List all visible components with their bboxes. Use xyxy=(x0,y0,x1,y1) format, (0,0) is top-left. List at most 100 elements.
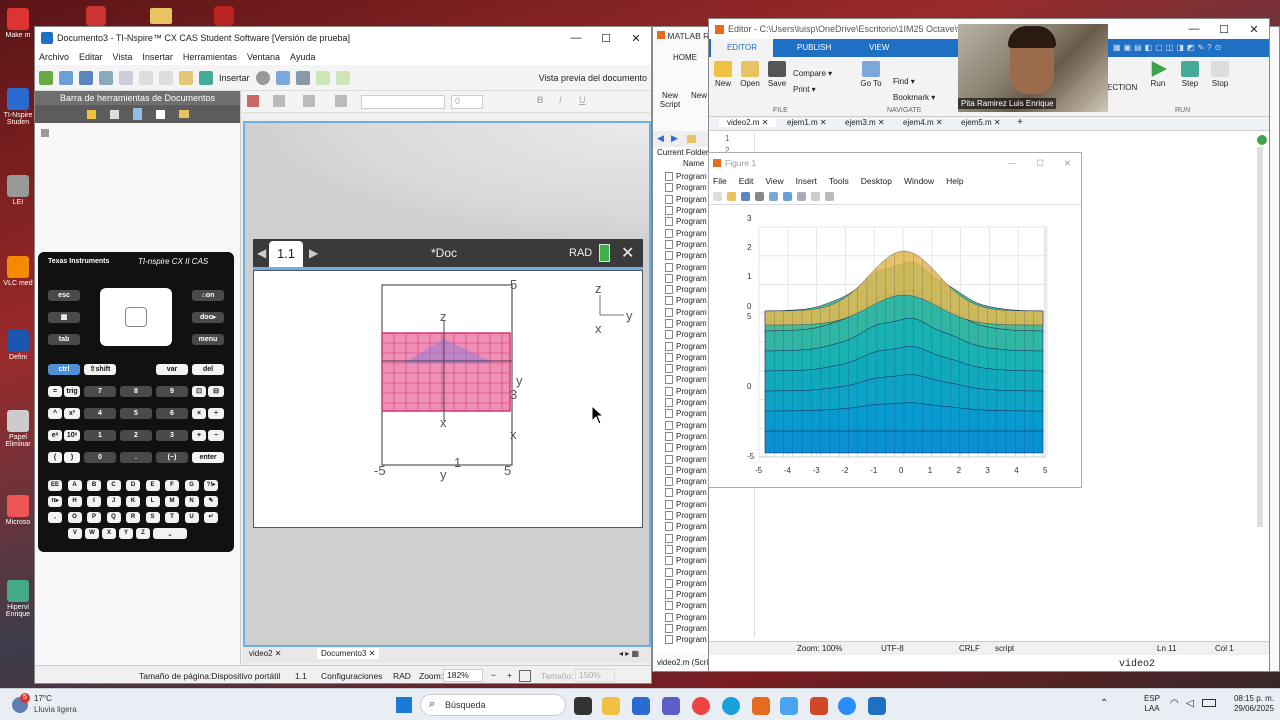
fig-menu-help[interactable]: Help xyxy=(946,176,963,186)
file-list-item[interactable]: Program xyxy=(653,273,709,284)
desktop-icon[interactable]: LEI xyxy=(2,175,34,206)
key-alpha[interactable]: B xyxy=(87,480,101,491)
menu-vista[interactable]: Vista xyxy=(113,52,133,62)
file-tab-ejem3[interactable]: ejem3.m ✕ xyxy=(845,118,885,127)
zoom-icon[interactable] xyxy=(838,697,856,715)
key-alpha[interactable]: K xyxy=(126,496,140,507)
fill-color-icon[interactable] xyxy=(273,95,285,107)
key-op[interactable]: ⊡ xyxy=(192,386,206,397)
file-list-item[interactable]: Program xyxy=(653,533,709,544)
key-alpha[interactable]: J xyxy=(106,496,121,507)
stop-button[interactable]: Stop xyxy=(1209,61,1231,88)
key-shift[interactable]: ⇧shift xyxy=(84,364,116,375)
screenshot-icon[interactable] xyxy=(295,70,310,85)
key-alpha[interactable]: U xyxy=(184,512,199,523)
key-alpha[interactable]: Y xyxy=(119,528,133,539)
file-list-item[interactable]: Program xyxy=(653,521,709,532)
quick-access-icons[interactable]: ▦▣▤◧▢◫◨◩✎?⊙ xyxy=(1113,43,1224,52)
key-alpha[interactable]: Q xyxy=(106,512,121,523)
close-icon[interactable]: ✕ xyxy=(621,32,651,45)
format-tool-icon[interactable] xyxy=(247,95,259,107)
file-list-item[interactable]: Program xyxy=(653,408,709,419)
file-list-item[interactable]: Program xyxy=(653,397,709,408)
fig-menu-edit[interactable]: Edit xyxy=(739,176,754,186)
key-op[interactable]: ( xyxy=(48,452,62,463)
menu-ayuda[interactable]: Ayuda xyxy=(290,52,315,62)
store-icon[interactable] xyxy=(632,697,650,715)
close-icon[interactable]: ✕ xyxy=(1064,158,1071,169)
key-alpha[interactable]: D xyxy=(126,480,140,491)
desktop-icon[interactable]: Defini xyxy=(2,330,34,361)
doc-tab-documento3[interactable]: Documento3 ✕ xyxy=(317,648,380,659)
file-list-item[interactable]: Program xyxy=(653,510,709,521)
insert-button[interactable]: Insertar xyxy=(219,73,250,83)
wifi-icon[interactable]: ◠ xyxy=(1170,698,1179,709)
menu-archivo[interactable]: Archivo xyxy=(39,52,69,62)
goto-button[interactable]: Go To xyxy=(859,61,883,88)
font-select[interactable] xyxy=(361,95,445,109)
file-list-item[interactable]: Program xyxy=(653,307,709,318)
key-op[interactable]: 10ˣ xyxy=(64,430,80,441)
fig-dock-icon[interactable] xyxy=(825,192,834,201)
file-list-item[interactable]: Program xyxy=(653,284,709,295)
key-alpha[interactable]: M xyxy=(165,496,179,507)
key-doc[interactable]: doc▸ xyxy=(192,312,224,323)
key-num[interactable]: 3 xyxy=(156,430,188,441)
nspire-task-icon[interactable] xyxy=(868,697,886,715)
fig-legend-icon[interactable] xyxy=(797,192,806,201)
file-list-item[interactable]: Program xyxy=(653,431,709,442)
key-alpha[interactable]: O xyxy=(67,512,82,523)
desktop-app-icon[interactable] xyxy=(214,6,234,26)
new-button[interactable]: New xyxy=(713,61,733,88)
file-list-item[interactable]: Program xyxy=(653,340,709,351)
folder-icon[interactable] xyxy=(178,110,189,118)
file-list-item[interactable]: Program xyxy=(653,295,709,306)
desktop-icon[interactable]: Papel Eliminar xyxy=(2,410,34,448)
file-list-item[interactable]: Program xyxy=(653,442,709,453)
zoom-select[interactable]: 182% xyxy=(443,669,483,682)
file-tab-ejem1[interactable]: ejem1.m ✕ xyxy=(787,118,827,127)
close-doc-icon[interactable]: ✕ xyxy=(621,243,634,263)
file-list-item[interactable]: Program xyxy=(653,555,709,566)
key-alpha[interactable]: A xyxy=(67,480,82,491)
file-list-item[interactable]: Program xyxy=(653,216,709,227)
file-list-item[interactable]: Program xyxy=(653,386,709,397)
file-tab-video2[interactable]: video2.m ✕ xyxy=(719,118,777,127)
file-tab-ejem5[interactable]: ejem5.m ✕ xyxy=(961,118,1001,127)
find-button[interactable]: Find ▾ xyxy=(893,77,915,86)
clock[interactable]: 08:15 p. m. 29/06/2025 xyxy=(1224,694,1274,714)
teams-icon[interactable] xyxy=(662,697,680,715)
file-list-item[interactable]: Program xyxy=(653,182,709,193)
minimize-icon[interactable]: — xyxy=(1179,23,1209,36)
calculator-icon[interactable] xyxy=(255,70,270,85)
file-explorer-icon[interactable] xyxy=(602,697,620,715)
fig-save-icon[interactable] xyxy=(741,192,750,201)
fig-link-icon[interactable] xyxy=(769,192,778,201)
key-alpha[interactable]: E xyxy=(145,480,160,491)
key-num[interactable]: (−) xyxy=(156,452,188,463)
file-list-item[interactable]: Program xyxy=(653,205,709,216)
file-list-item[interactable]: Program xyxy=(653,566,709,577)
panel-small-icon[interactable] xyxy=(41,129,49,137)
menu-herramientas[interactable]: Herramientas xyxy=(183,52,237,62)
page-size-status[interactable]: Tamaño de página:Dispositivo portátil xyxy=(139,671,280,681)
compare-button[interactable]: Compare ▾ xyxy=(793,69,832,78)
key-op[interactable]: = xyxy=(48,386,62,397)
minimize-icon[interactable]: — xyxy=(1008,158,1017,169)
key-op[interactable]: − xyxy=(208,430,224,441)
file-list-item[interactable]: Program xyxy=(653,499,709,510)
key-op[interactable]: ⊟ xyxy=(208,386,224,397)
file-list-item[interactable]: Program xyxy=(653,239,709,250)
key-alpha[interactable]: ✎ xyxy=(204,496,218,507)
edge-icon[interactable] xyxy=(722,697,740,715)
editor-scrollbar[interactable] xyxy=(1257,147,1263,527)
file-list-item[interactable]: Program xyxy=(653,318,709,329)
chrome-icon[interactable] xyxy=(692,697,710,715)
file-list-item[interactable]: Program xyxy=(653,465,709,476)
key-num[interactable]: 7 xyxy=(84,386,116,397)
doc-tab-video2[interactable]: video2 ✕ xyxy=(249,649,282,658)
new-doc-icon[interactable] xyxy=(39,70,53,85)
key-alpha[interactable]: ↵ xyxy=(204,512,218,523)
preview-button[interactable]: Vista previa del documento xyxy=(539,73,647,83)
fig-new-icon[interactable] xyxy=(713,192,722,201)
